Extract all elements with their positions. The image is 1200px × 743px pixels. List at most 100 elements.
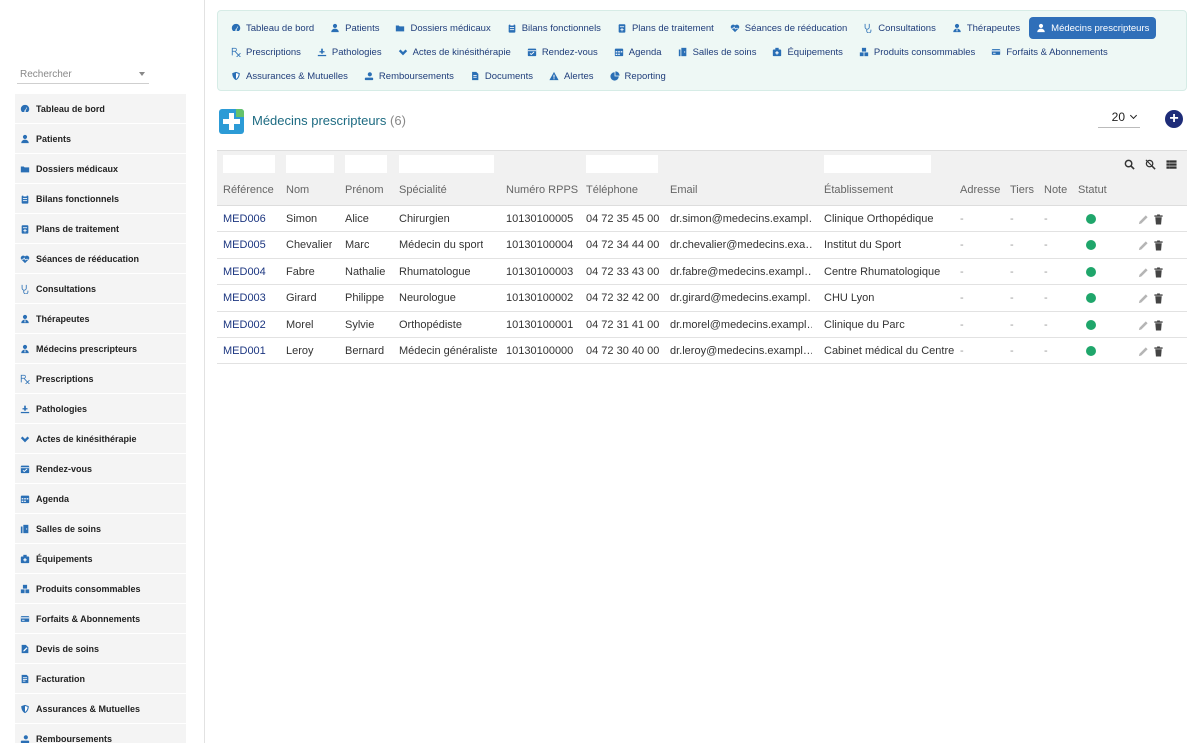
search-select[interactable]: Rechercher (17, 66, 149, 84)
delete-button[interactable] (1153, 344, 1164, 362)
column-header-statut[interactable]: Statut (1078, 184, 1107, 196)
sidebar-item-dossiers-medicaux[interactable]: Dossiers médicaux (15, 154, 186, 184)
column-header-reference[interactable]: Référence (223, 184, 274, 196)
delete-button[interactable] (1153, 238, 1164, 256)
sidebar-item-equipements[interactable]: Équipements (15, 544, 186, 574)
table-row[interactable]: MED002 Morel Sylvie Orthopédiste 10130100001… (217, 311, 1187, 338)
cell-adresse: - (960, 344, 964, 357)
sidebar-item-label: Thérapeutes (36, 313, 90, 324)
cell-ref[interactable]: MED001 (223, 345, 266, 357)
tab-bilans-fonctionnels[interactable]: Bilans fonctionnels (500, 17, 608, 39)
sidebar-item-salles-de-soins[interactable]: Salles de soins (15, 514, 186, 544)
tab-produits-consommables[interactable]: Produits consommables (852, 41, 982, 63)
table-row[interactable]: MED001 Leroy Bernard Médecin généraliste 101… (217, 337, 1187, 365)
tab-forfaits-and-abonnements[interactable]: Forfaits & Abonnements (984, 41, 1114, 63)
add-doctor-button[interactable]: + (1165, 110, 1183, 128)
filter-input[interactable] (223, 155, 275, 173)
columns-button[interactable] (1166, 157, 1177, 175)
tab-rendez-vous[interactable]: Rendez-vous (520, 41, 605, 63)
cell-specialite: Orthopédiste (399, 318, 462, 331)
tab-reporting[interactable]: Reporting (603, 65, 673, 87)
file-icon (471, 71, 479, 81)
tab-prescriptions[interactable]: Prescriptions (224, 41, 308, 63)
column-header-specialite[interactable]: Spécialité (399, 184, 447, 196)
column-header-prenom[interactable]: Prénom (345, 184, 384, 196)
cell-ref[interactable]: MED005 (223, 239, 266, 251)
filter-input[interactable] (286, 155, 334, 173)
column-header-email[interactable]: Email (670, 184, 698, 196)
cell-ref[interactable]: MED002 (223, 319, 266, 331)
sidebar-item-seances-de-reeducation[interactable]: Séances de rééducation (15, 244, 186, 274)
sidebar-item-devis-de-soins[interactable]: Devis de soins (15, 634, 186, 664)
tab-alertes[interactable]: Alertes (542, 65, 601, 87)
table-row[interactable]: MED005 Chevalier Marc Médecin du sport 10130… (217, 232, 1187, 259)
column-header-telephone[interactable]: Téléphone (586, 184, 638, 196)
search-clear-icon (1145, 159, 1156, 170)
tab-tableau-de-bord[interactable]: Tableau de bord (224, 17, 321, 39)
edit-button[interactable] (1138, 238, 1149, 256)
sidebar-item-rendez-vous[interactable]: Rendez-vous (15, 454, 186, 484)
table-row[interactable]: MED004 Fabre Nathalie Rhumatologue 101301000… (217, 258, 1187, 286)
cell-ref[interactable]: MED003 (223, 292, 266, 304)
filter-input[interactable] (586, 155, 658, 173)
sidebar-item-consultations[interactable]: Consultations (15, 274, 186, 304)
sidebar-item-plans-de-traitement[interactable]: Plans de traitement (15, 214, 186, 244)
sidebar-item-forfaits-and-abonnements[interactable]: Forfaits & Abonnements (15, 604, 186, 634)
tab-dossiers-medicaux[interactable]: Dossiers médicaux (388, 17, 497, 39)
edit-button[interactable] (1138, 291, 1149, 309)
sidebar-item-pathologies[interactable]: Pathologies (15, 394, 186, 424)
search-button[interactable] (1124, 157, 1135, 175)
sidebar-item-bilans-fonctionnels[interactable]: Bilans fonctionnels (15, 184, 186, 214)
cell-ref[interactable]: MED004 (223, 266, 266, 278)
tab-therapeutes[interactable]: Thérapeutes (945, 17, 1027, 39)
tab-salles-de-soins[interactable]: Salles de soins (671, 41, 764, 63)
column-header-tiers[interactable]: Tiers (1010, 184, 1034, 196)
delete-button[interactable] (1153, 291, 1164, 309)
delete-button[interactable] (1153, 212, 1164, 230)
sidebar-search[interactable]: Rechercher (17, 66, 149, 84)
clear-filter-button[interactable] (1145, 157, 1156, 175)
table-row[interactable]: MED006 Simon Alice Chirurgien 10130100005 04 … (217, 206, 1187, 233)
filter-input[interactable] (824, 155, 931, 173)
delete-button[interactable] (1153, 318, 1164, 336)
edit-button[interactable] (1138, 265, 1149, 283)
sidebar-item-medecins-prescripteurs[interactable]: Médecins prescripteurs (15, 334, 186, 364)
sidebar-item-remboursements[interactable]: Remboursements (15, 724, 186, 743)
tab-equipements[interactable]: Équipements (765, 41, 849, 63)
tab-assurances-and-mutuelles[interactable]: Assurances & Mutuelles (224, 65, 355, 87)
tab-actes-de-kinesitherapie[interactable]: Actes de kinésithérapie (391, 41, 518, 63)
tab-documents[interactable]: Documents (463, 65, 540, 87)
filter-input[interactable] (345, 155, 387, 173)
cell-nom: Simon (286, 213, 318, 225)
sidebar-item-agenda[interactable]: Agenda (15, 484, 186, 514)
tab-medecins-prescripteurs[interactable]: Médecins prescripteurs (1029, 17, 1157, 39)
delete-button[interactable] (1153, 265, 1164, 283)
edit-button[interactable] (1138, 212, 1149, 230)
sidebar-item-assurances-and-mutuelles[interactable]: Assurances & Mutuelles (15, 694, 186, 724)
sidebar-item-therapeutes[interactable]: Thérapeutes (15, 304, 186, 334)
column-header-nom[interactable]: Nom (286, 184, 309, 196)
sidebar-item-patients[interactable]: Patients (15, 124, 186, 154)
edit-button[interactable] (1138, 344, 1149, 362)
sidebar-item-tableau-de-bord[interactable]: Tableau de bord (15, 94, 186, 124)
edit-button[interactable] (1138, 318, 1149, 336)
column-header-numero-rpps[interactable]: Numéro RPPS (506, 184, 578, 196)
column-header-note[interactable]: Note (1044, 184, 1067, 196)
tab-agenda[interactable]: Agenda (607, 41, 669, 63)
tab-seances-de-reeducation[interactable]: Séances de rééducation (723, 17, 854, 39)
per-page-select[interactable]: 20 (1098, 110, 1140, 128)
cell-ref[interactable]: MED006 (223, 213, 266, 225)
tab-remboursements[interactable]: Remboursements (357, 65, 461, 87)
tab-consultations[interactable]: Consultations (856, 17, 943, 39)
tab-plans-de-traitement[interactable]: Plans de traitement (610, 17, 721, 39)
tab-pathologies[interactable]: Pathologies (310, 41, 389, 63)
filter-input[interactable] (399, 155, 494, 173)
sidebar-item-produits-consommables[interactable]: Produits consommables (15, 574, 186, 604)
sidebar-item-actes-de-kinesitherapie[interactable]: Actes de kinésithérapie (15, 424, 186, 454)
sidebar-item-prescriptions[interactable]: Prescriptions (15, 364, 186, 394)
column-header-etablissement[interactable]: Établissement (824, 184, 893, 196)
sidebar-item-facturation[interactable]: Facturation (15, 664, 186, 694)
table-row[interactable]: MED003 Girard Philippe Neurologue 1013010000… (217, 285, 1187, 312)
tab-patients[interactable]: Patients (323, 17, 386, 39)
column-header-adresse[interactable]: Adresse (960, 184, 1000, 196)
